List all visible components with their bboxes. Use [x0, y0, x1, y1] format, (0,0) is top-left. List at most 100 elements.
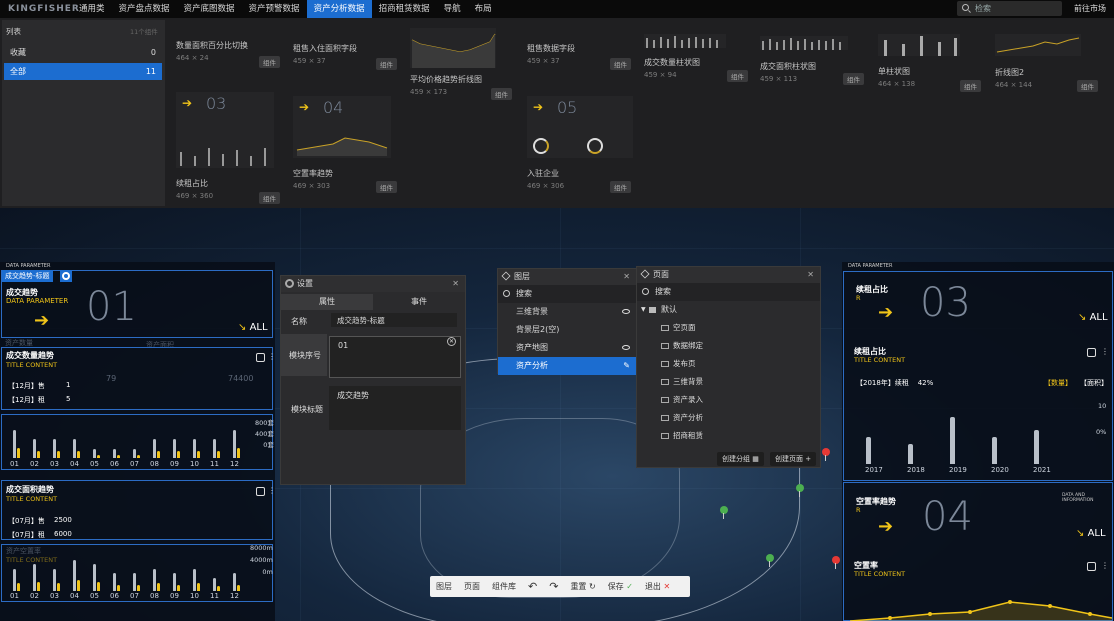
library-card[interactable]: 折线图2 464 × 144 [995, 67, 1032, 89]
page-item[interactable]: 招商租赁 [637, 427, 820, 445]
all-toggle[interactable]: ↘ ALL [238, 322, 268, 333]
library-card[interactable]: 续租占比 469 × 360 [176, 178, 213, 200]
chart-bar-secondary [137, 584, 140, 591]
layer-item-selected[interactable]: 资产分析 ✎ [498, 357, 636, 375]
bar-thumb [762, 38, 841, 50]
toolbar-pages-button[interactable]: 页面 [458, 581, 486, 592]
library-card[interactable]: 租售数据字段 459 × 37 [527, 43, 575, 65]
page-item[interactable]: 空页面 [637, 319, 820, 337]
all-toggle[interactable]: ↘ ALL [1078, 312, 1108, 323]
reset-button[interactable]: 重置 ↻ [564, 581, 601, 592]
map-pin-icon[interactable] [796, 484, 804, 497]
pages-search[interactable]: 搜索 [637, 283, 820, 301]
goto-market-link[interactable]: 前往市场 [1074, 0, 1106, 18]
library-card[interactable]: 成交面积柱状图 459 × 113 [760, 61, 816, 83]
nav-item[interactable]: 导航 [437, 0, 468, 18]
card-dims: 464 × 144 [995, 81, 1033, 89]
layers-search[interactable]: 搜索 [498, 285, 636, 303]
x-tick: 04 [70, 460, 79, 468]
card-title: 成交数量柱状图 [644, 58, 700, 67]
page-item[interactable]: 数据绑定 [637, 337, 820, 355]
nav-item[interactable]: 招商租赁数据 [372, 0, 437, 18]
exit-button[interactable]: 退出 ✕ [639, 581, 676, 592]
x-tick: 01 [10, 460, 19, 468]
search-input[interactable]: 检索 [957, 1, 1062, 16]
map-pin-icon[interactable] [720, 506, 728, 519]
library-card[interactable]: 单柱状图 464 × 138 [878, 66, 915, 88]
library-item-all[interactable]: 全部 11 [4, 63, 162, 80]
tab-events[interactable]: 事件 [373, 294, 465, 310]
redo-icon[interactable]: ↷ [543, 580, 564, 593]
refresh-icon[interactable] [256, 487, 265, 496]
page-group[interactable]: ▼ 默认 [637, 301, 820, 319]
order-field[interactable]: 01 [329, 336, 461, 378]
refresh-icon[interactable] [256, 353, 265, 362]
library-card[interactable]: 租售入住面积字段 459 × 37 [293, 43, 357, 65]
layer-item[interactable]: 背景层2(空) [498, 321, 636, 339]
chart-bar [113, 448, 116, 458]
nav-item[interactable]: 资产盘点数据 [112, 0, 177, 18]
more-icon[interactable]: ⋮ [1101, 561, 1109, 570]
card-dims: 464 × 138 [878, 80, 916, 88]
library-card[interactable]: 入驻企业 469 × 306 [527, 168, 564, 190]
name-field[interactable]: 成交趋势-标题 [331, 313, 457, 327]
field-label: 名称 [291, 317, 307, 326]
chart-bar [173, 439, 176, 458]
nav-item-active[interactable]: 资产分析数据 [306, 0, 372, 18]
map-pin-icon[interactable] [832, 556, 840, 569]
toggle-area[interactable]: 【面积】 [1080, 378, 1108, 388]
nav-item[interactable]: 资产预警数据 [242, 0, 307, 18]
library-card[interactable]: 平均价格趋势折线图 459 × 173 [410, 74, 482, 96]
close-icon[interactable]: ✕ [807, 267, 814, 283]
refresh-icon[interactable] [1087, 348, 1096, 357]
tab-properties[interactable]: 属性 [281, 294, 373, 310]
more-icon[interactable]: ⋮ [268, 486, 276, 495]
eye-icon[interactable] [622, 309, 630, 314]
refresh-icon[interactable] [1087, 562, 1096, 571]
module-title-field[interactable]: 成交趋势 [329, 386, 461, 430]
nav-item[interactable]: 布局 [468, 0, 499, 18]
layer-item[interactable]: 三维背景 [498, 303, 636, 321]
dialog-header: 页面 ✕ [637, 267, 820, 283]
more-icon[interactable]: ⋮ [1101, 347, 1109, 356]
close-icon[interactable]: ✕ [623, 269, 630, 285]
card-dims: 459 × 37 [293, 57, 326, 65]
nav-item[interactable]: 通用类 [72, 0, 112, 18]
toolbar-library-button[interactable]: 组件库 [486, 581, 522, 592]
library-card[interactable]: 成交数量柱状图 459 × 94 [644, 57, 700, 79]
toolbar-layers-button[interactable]: 图层 [430, 581, 458, 592]
x-tick: 12 [230, 460, 239, 468]
page-item[interactable]: 资产录入 [637, 391, 820, 409]
panel-title: 空置率趋势 [856, 497, 896, 506]
row-value: 2500 [54, 516, 72, 524]
page-icon [661, 397, 669, 403]
y-tick: 0m [262, 568, 273, 576]
toggle-quantity[interactable]: 【数量】 [1044, 378, 1072, 388]
create-page-button[interactable]: 创建页面 + [770, 452, 817, 466]
create-group-button[interactable]: 创建分组 ▦ [717, 452, 764, 466]
map-pin-icon[interactable] [822, 448, 830, 461]
save-button[interactable]: 保存 ✓ [602, 581, 639, 592]
close-icon[interactable]: ✕ [452, 276, 459, 292]
layer-item[interactable]: 资产地图 [498, 339, 636, 357]
page-item[interactable]: 三维背景 [637, 373, 820, 391]
page-item[interactable]: 发布页 [637, 355, 820, 373]
clear-icon[interactable]: ✕ [447, 337, 456, 346]
x-tick: 04 [70, 592, 79, 600]
card-tag: 组件 [1077, 80, 1098, 92]
chart-bar [908, 443, 913, 464]
gear-icon[interactable] [60, 270, 72, 282]
library-card[interactable]: 数量面积百分比切换 464 × 24 [176, 40, 248, 62]
chart-bar-secondary [117, 584, 120, 591]
undo-icon[interactable]: ↶ [522, 580, 543, 593]
page-item[interactable]: 资产分析 [637, 409, 820, 427]
eye-icon[interactable] [622, 345, 630, 350]
edit-icon[interactable]: ✎ [623, 357, 630, 375]
data-parameter-label: DATA PARAMETER [6, 263, 51, 269]
map-pin-icon[interactable] [766, 554, 774, 567]
library-card[interactable]: 空置率趋势 469 × 303 [293, 168, 333, 190]
library-item-favorites[interactable]: 收藏 0 [4, 44, 162, 61]
nav-item[interactable]: 资产底图数据 [177, 0, 242, 18]
all-toggle[interactable]: ↘ ALL [1076, 528, 1106, 539]
more-icon[interactable]: ⋮ [268, 352, 276, 361]
